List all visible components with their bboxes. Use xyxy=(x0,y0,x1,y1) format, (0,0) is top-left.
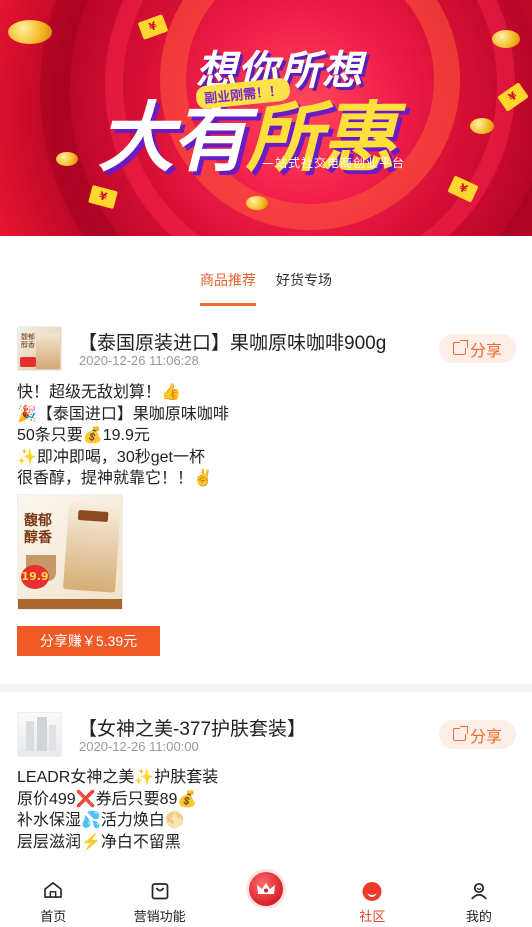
share-icon xyxy=(452,340,468,355)
coin-icon xyxy=(8,20,52,44)
bag-icon xyxy=(151,883,168,900)
tab-product-recommend[interactable]: 商品推荐 xyxy=(200,236,256,306)
post-timestamp: 2020-12-26 11:06:28 xyxy=(79,353,199,368)
nav-mine[interactable]: 我的 xyxy=(426,862,532,927)
post-title: 【泰国原装进口】果咖原味咖啡900g xyxy=(78,333,387,354)
thumbnail-bag xyxy=(36,333,60,369)
post-line: 层层滋润⚡净白不留黑 xyxy=(17,833,181,851)
product-image-price: 19.9 xyxy=(21,565,49,589)
product-thumbnail[interactable] xyxy=(17,712,62,757)
coin-icon xyxy=(56,152,78,166)
post-line: 补水保湿💦活力焕白🌕 xyxy=(17,812,185,829)
tab-bar: 商品推荐 好货专场 xyxy=(0,236,532,306)
nav-community[interactable]: 社区 xyxy=(319,862,425,927)
thumbnail-bottle xyxy=(37,717,47,751)
post-timestamp: 2020-12-26 11:00:00 xyxy=(79,739,199,754)
thumbnail-bottle xyxy=(26,721,34,751)
product-package xyxy=(62,501,122,593)
post-line: LEADR女神之美✨护肤套装 xyxy=(17,769,219,786)
nav-label: 首页 xyxy=(40,909,67,924)
product-thumbnail[interactable]: 馥郁 醇香 xyxy=(17,326,62,371)
coin-icon xyxy=(246,196,268,210)
nav-label: 社区 xyxy=(359,909,386,924)
post-body: 快！超级无敌划算！👍 🎉【泰国进口】果咖原味咖啡 50条只要💰19.9元 ✨即冲… xyxy=(17,382,229,490)
nav-label: 营销功能 xyxy=(133,909,186,924)
post-line: 快！超级无敌划算！👍 xyxy=(17,384,181,401)
post-line: 🎉【泰国进口】果咖原味咖啡 xyxy=(17,405,229,423)
coin-icon xyxy=(492,30,520,48)
user-icon xyxy=(470,882,487,900)
post-title: 【女神之美-377护肤套装】 xyxy=(78,719,307,740)
nav-label: 我的 xyxy=(465,909,492,924)
feed-post: 馥郁 醇香 【泰国原装进口】果咖原味咖啡900g 2020-12-26 11:06… xyxy=(0,306,532,684)
share-earn-button[interactable]: 分享赚￥5.39元 xyxy=(17,626,160,656)
banner-subtitle: —站式社交电商创业平台 xyxy=(262,156,406,170)
post-line: 50条只要💰19.9元 xyxy=(17,427,150,444)
product-image-text: 馥郁醇香 xyxy=(24,513,52,546)
share-label: 分享 xyxy=(469,728,502,746)
tab-good-goods[interactable]: 好货专场 xyxy=(276,236,332,306)
nav-home[interactable]: 首页 xyxy=(0,862,106,927)
thumbnail-bottle xyxy=(49,725,56,751)
thumbnail-price-tag xyxy=(20,357,36,367)
nav-marketing[interactable]: 营销功能 xyxy=(106,862,212,927)
crown-icon xyxy=(257,883,276,894)
promo-banner[interactable]: ¥ ¥ ¥ ¥ 想你所想 大有所惠 副业刚需！！ —站式社交电商创业平台 xyxy=(0,0,532,236)
product-image[interactable]: 馥郁醇香 19.9 xyxy=(17,494,123,610)
home-icon xyxy=(44,882,63,898)
bottom-nav: 首页 营销功能 社区 我的 xyxy=(0,862,532,927)
nav-center-crown[interactable] xyxy=(213,862,319,927)
post-line: ✨即冲即喝，30秒get一杯 xyxy=(17,448,205,466)
thumbnail-label: 馥郁 醇香 xyxy=(21,333,35,349)
feed-post: 【女神之美-377护肤套装】 2020-12-26 11:00:00 分享 LE… xyxy=(0,692,532,862)
coin-icon xyxy=(470,118,494,134)
share-button[interactable]: 分享 xyxy=(439,334,516,363)
share-label: 分享 xyxy=(469,342,502,360)
share-button[interactable]: 分享 xyxy=(439,720,516,749)
community-icon xyxy=(362,882,382,901)
post-line: 很香醇，提神就靠它！！✌ xyxy=(17,470,213,487)
post-line: 原价499❌券后只要89💰 xyxy=(17,790,198,808)
section-divider xyxy=(0,684,532,692)
product-image-footer xyxy=(18,599,122,609)
share-icon xyxy=(452,726,468,741)
crown-button[interactable] xyxy=(249,872,284,906)
post-body: LEADR女神之美✨护肤套装 原价499❌券后只要89💰 补水保湿💦活力焕白🌕 … xyxy=(17,767,218,853)
